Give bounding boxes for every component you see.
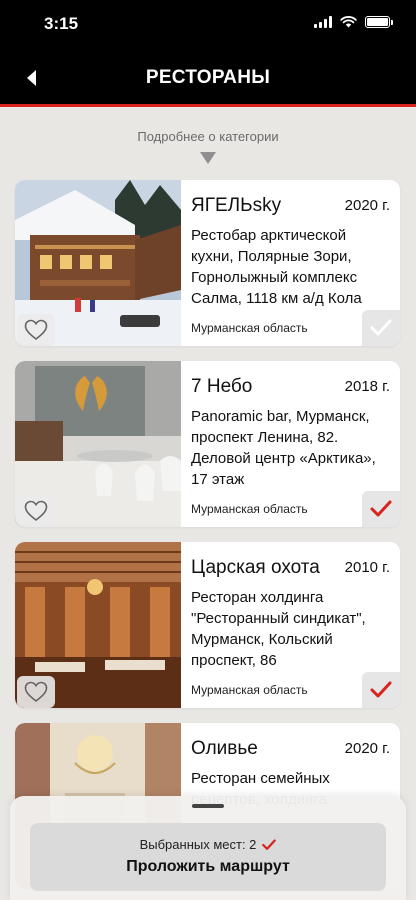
select-checkbox[interactable]	[362, 310, 400, 346]
selected-count-row: Выбранных мест: 2	[30, 837, 386, 852]
cellular-signal-icon	[314, 16, 332, 28]
sheet-drag-handle[interactable]	[192, 804, 224, 808]
restaurant-name: 7 Небо	[191, 376, 253, 397]
checkmark-icon	[370, 500, 392, 517]
restaurant-description: Ресторан холдинга "Ресторанный синдикат"…	[191, 589, 366, 669]
expand-triangle-icon[interactable]	[200, 152, 216, 164]
navigation-bar: РЕСТОРАНЫ	[0, 48, 416, 107]
page-title: РЕСТОРАНЫ	[145, 67, 271, 88]
restaurant-region: Мурманская область	[191, 321, 308, 335]
restaurant-description: Panoramic bar, Мурманск, проспект Ленина…	[191, 408, 376, 488]
restaurant-photo	[15, 361, 181, 527]
restaurant-name: Оливье	[191, 738, 258, 759]
select-checkbox[interactable]	[362, 672, 400, 708]
restaurant-year: 2018 г.	[344, 378, 390, 395]
restaurant-name: Царская охота	[191, 557, 320, 578]
heart-icon	[24, 319, 48, 341]
favorite-button[interactable]	[17, 676, 55, 708]
restaurant-photo	[15, 180, 181, 346]
selected-count-label: Выбранных мест: 2	[139, 837, 257, 852]
heart-icon	[24, 500, 48, 522]
build-route-button[interactable]: Выбранных мест: 2 Проложить маршрут	[30, 823, 386, 891]
restaurant-region: Мурманская область	[191, 502, 308, 516]
restaurant-year: 2020 г.	[344, 197, 390, 214]
restaurant-year: 2020 г.	[344, 740, 390, 757]
status-icons	[314, 16, 393, 28]
restaurant-description: Рестобар арктической кухни, Полярные Зор…	[191, 227, 362, 307]
restaurant-card[interactable]: Царская охота 2010 г. Ресторан холдинга …	[15, 542, 400, 708]
restaurant-region: Мурманская область	[191, 683, 308, 697]
checkmark-icon	[370, 319, 392, 336]
build-route-label: Проложить маршрут	[126, 858, 290, 875]
select-checkbox[interactable]	[362, 491, 400, 527]
wifi-icon	[340, 16, 357, 28]
battery-icon	[365, 16, 393, 28]
restaurant-card[interactable]: ЯГЕЛЬsky 2020 г. Рестобар арктической ку…	[15, 180, 400, 346]
checkmark-icon	[262, 838, 277, 850]
favorite-button[interactable]	[17, 314, 55, 346]
heart-icon	[24, 681, 48, 703]
checkmark-icon	[370, 681, 392, 698]
restaurant-name: ЯГЕЛЬsky	[191, 195, 282, 216]
status-time: 3:15	[44, 14, 79, 33]
favorite-button[interactable]	[17, 495, 55, 527]
restaurant-year: 2010 г.	[344, 559, 390, 576]
route-bottom-sheet: Выбранных мест: 2 Проложить маршрут	[10, 796, 406, 900]
restaurant-list[interactable]: Подробнее о категории ЯГЕЛЬsky 2020 г. Р…	[0, 110, 416, 900]
restaurant-photo	[15, 542, 181, 708]
restaurant-card[interactable]: 7 Небо 2018 г. Panoramic bar, Мурманск, …	[15, 361, 400, 527]
category-details-link[interactable]: Подробнее о категории	[0, 129, 416, 144]
status-bar: 3:15	[0, 0, 416, 48]
